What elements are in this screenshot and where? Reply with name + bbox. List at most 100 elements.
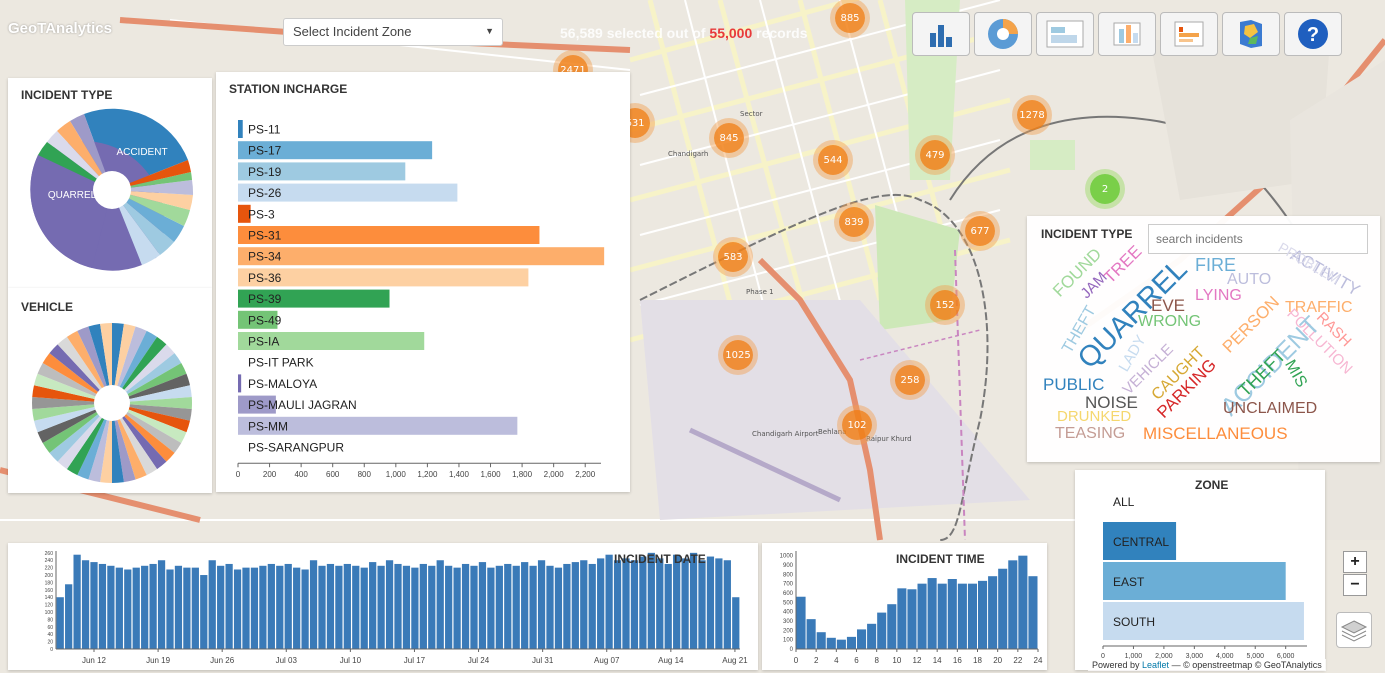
search-incidents-input[interactable]: [1148, 224, 1368, 254]
map-cluster-marker[interactable]: 845: [714, 123, 744, 153]
incident-time-y-tick: 100: [783, 638, 794, 644]
incident-date-bar: [630, 560, 639, 649]
incident-zone-select-value: Select Incident Zone: [293, 24, 412, 39]
word-cloud-word[interactable]: UNCLAIMED: [1223, 401, 1317, 417]
word-cloud-word[interactable]: LYING: [1195, 288, 1242, 304]
map-cluster-marker[interactable]: 677: [965, 216, 995, 246]
incident-date-x-tick: Jul 17: [404, 656, 426, 665]
map-cluster-marker[interactable]: 1278: [1017, 100, 1047, 130]
incident-date-y-tick: 160: [45, 588, 54, 594]
incident-time-x-tick: 18: [973, 656, 982, 665]
zone-bar-label: SOUTH: [1113, 615, 1155, 629]
zone-chart[interactable]: ALLCENTRALEASTSOUTH0 1,000 2,000 3,000 4,000…: [1075, 470, 1325, 670]
selected-count: 56,589: [560, 25, 603, 41]
incident-time-x-tick: 6: [854, 656, 859, 665]
incident-date-bar: [132, 567, 140, 649]
incident-date-y-tick: 20: [47, 640, 53, 646]
chevron-down-icon: ▼: [485, 26, 494, 36]
map-cluster-marker[interactable]: 544: [818, 145, 848, 175]
incident-date-bar: [233, 569, 242, 649]
incident-date-bar: [250, 567, 259, 649]
word-cloud-word[interactable]: TEASING: [1055, 426, 1125, 442]
incident-date-bar: [191, 567, 199, 649]
leaflet-link[interactable]: Leaflet: [1142, 660, 1169, 670]
word-cloud-word[interactable]: PUBLIC: [1043, 376, 1104, 393]
zone-title: ZONE: [1195, 478, 1229, 492]
incident-time-x-tick: 20: [993, 656, 1002, 665]
incident-date-y-tick: 100: [45, 610, 54, 616]
incident-date-bar: [554, 567, 563, 649]
incident-date-bar: [115, 567, 123, 649]
incident-zone-select[interactable]: Select Incident Zone ▼: [283, 18, 503, 46]
incident-date-bar: [715, 558, 723, 649]
incident-date-x-tick: Jul 03: [276, 656, 298, 665]
word-cloud-word[interactable]: DRUNKED: [1057, 409, 1131, 424]
vehicle-pie-chart[interactable]: [8, 288, 212, 493]
map-cluster-marker[interactable]: 1025: [723, 340, 753, 370]
map-cluster-marker[interactable]: 885: [835, 3, 865, 33]
vehicle-title: VEHICLE: [21, 300, 74, 314]
zoom-out-button[interactable]: −: [1343, 574, 1367, 596]
incident-date-bar: [166, 569, 174, 649]
map-place-label: Sector: [740, 110, 763, 118]
bar-chart-button[interactable]: [912, 12, 970, 56]
incident-date-bar: [174, 565, 183, 649]
row-chart-button[interactable]: [1036, 12, 1094, 56]
station-x-tick: 1,200: [417, 470, 438, 479]
incident-date-bar: [529, 565, 537, 649]
map-cluster-marker[interactable]: 583: [718, 242, 748, 272]
attribution-suffix: — © openstreetmap © GeoTAnalytics: [1169, 660, 1322, 670]
station-bar: [238, 120, 243, 138]
map-cluster-marker[interactable]: 479: [920, 140, 950, 170]
layers-button[interactable]: [1336, 612, 1372, 648]
incident-time-bar: [927, 578, 937, 649]
incident-date-y-tick: 40: [47, 632, 53, 638]
selected-count-text: selected out of: [606, 25, 706, 41]
station-x-tick: 2,200: [575, 470, 596, 479]
incident-time-x-tick: 8: [874, 656, 879, 665]
word-cloud-word[interactable]: MIS: [1281, 357, 1310, 390]
incident-date-bar: [613, 560, 622, 649]
zoom-in-button[interactable]: +: [1343, 551, 1367, 573]
word-cloud-word[interactable]: WRONG: [1138, 314, 1201, 330]
incident-date-bar: [98, 563, 107, 649]
map-cluster-marker[interactable]: 839: [839, 207, 869, 237]
incident-date-y-tick: 220: [45, 566, 54, 572]
incident-date-bar: [673, 554, 681, 649]
map-cluster-marker[interactable]: 102: [842, 410, 872, 440]
time-chart-button[interactable]: [1160, 12, 1218, 56]
station-bar-label: PS-36: [248, 271, 282, 285]
station-bar-label: PS-MALOYA: [248, 377, 317, 391]
incident-date-bar: [157, 560, 166, 649]
word-cloud-word[interactable]: AUTO: [1227, 272, 1271, 288]
incident-date-bar: [597, 558, 605, 649]
station-bar-label: PS-17: [248, 144, 282, 158]
word-cloud-word[interactable]: EVE: [1151, 297, 1185, 314]
map-cluster-marker[interactable]: 152: [930, 290, 960, 320]
help-icon: ?: [1298, 19, 1328, 49]
incident-date-bar: [369, 562, 377, 649]
layers-icon: [1340, 620, 1368, 642]
incident-date-bar: [681, 558, 689, 649]
filter-chart-button[interactable]: [1098, 12, 1156, 56]
help-button[interactable]: ?: [1284, 12, 1342, 56]
station-incharge-panel: STATION INCHARGE PS-11 PS-17 PS-19 PS-26 PS-…: [216, 72, 630, 492]
incident-time-bar: [1008, 560, 1018, 649]
map-cluster-marker[interactable]: 2: [1090, 174, 1120, 204]
zone-bar-label: CENTRAL: [1113, 535, 1169, 549]
incident-date-bar: [512, 565, 520, 649]
station-x-tick: 600: [326, 470, 340, 479]
incident-date-x-tick: Aug 07: [594, 656, 620, 665]
pie-label-accident: ACCIDENT: [116, 147, 167, 158]
pie-chart-button[interactable]: [974, 12, 1032, 56]
incident-date-bar: [301, 569, 309, 649]
incident-date-bar: [326, 563, 335, 649]
map-view-button[interactable]: [1222, 12, 1280, 56]
map-cluster-marker[interactable]: 258: [895, 365, 925, 395]
attribution-prefix: Powered by: [1092, 660, 1143, 670]
incident-date-bar: [580, 560, 588, 649]
station-incharge-chart[interactable]: PS-11 PS-17 PS-19 PS-26 PS-3 PS-31 PS-34 PS-36 P…: [216, 72, 630, 492]
incident-date-bar: [504, 563, 512, 649]
incident-type-pie-chart[interactable]: ACCIDENT QUARREL: [8, 78, 212, 288]
word-cloud-word[interactable]: MISCELLANEOUS: [1143, 425, 1288, 442]
